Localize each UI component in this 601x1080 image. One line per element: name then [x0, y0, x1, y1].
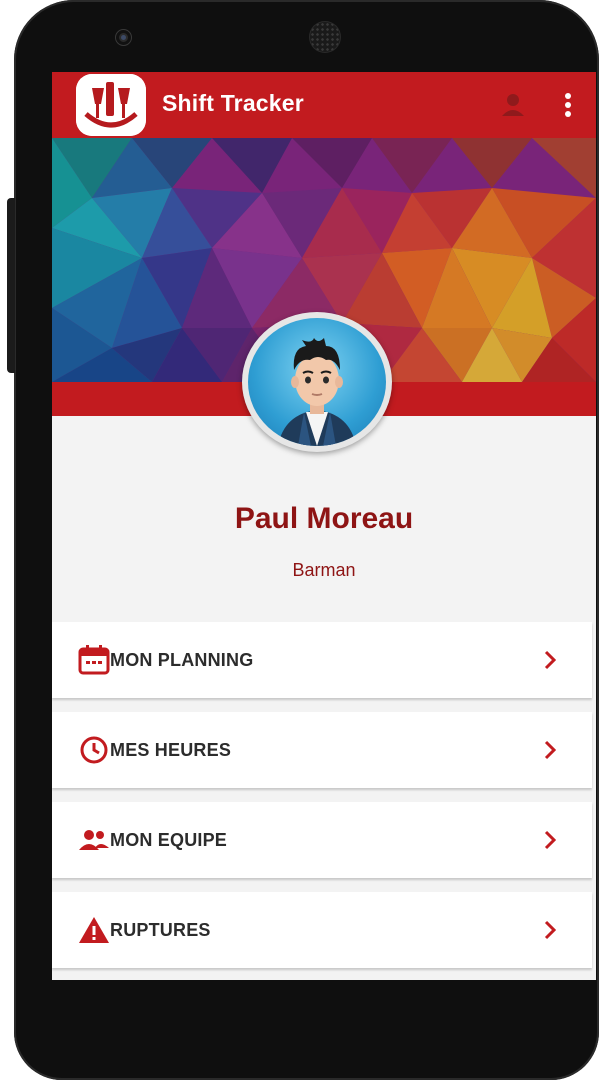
- app-logo-icon: [76, 74, 146, 136]
- speaker-grille: [310, 22, 340, 52]
- app-screen: Shift Tracker Paul Moreau Barman MON PLA…: [52, 72, 596, 980]
- menu-item-heures[interactable]: MES HEURES: [52, 712, 592, 788]
- avatar[interactable]: [242, 312, 392, 452]
- phone-device: Shift Tracker Paul Moreau Barman MON PLA…: [14, 0, 599, 1080]
- chevron-right-icon: [544, 650, 557, 670]
- account-icon[interactable]: [500, 92, 526, 118]
- profile-role: Barman: [292, 560, 356, 580]
- menu-item-planning[interactable]: MON PLANNING: [52, 622, 592, 698]
- phone-side-button: [7, 198, 15, 373]
- chevron-right-icon: [544, 830, 557, 850]
- warning-icon: [78, 914, 110, 946]
- profile-name: Paul Moreau: [234, 502, 414, 535]
- more-vert-icon[interactable]: [564, 92, 572, 118]
- front-camera: [116, 30, 131, 45]
- menu-item-label: MES HEURES: [110, 740, 232, 760]
- chevron-right-icon: [544, 740, 557, 760]
- clock-icon: [78, 734, 110, 766]
- menu-item-ruptures[interactable]: RUPTURES: [52, 892, 592, 968]
- avatar-illustration: [248, 318, 386, 446]
- app-title: Shift Tracker: [162, 90, 304, 116]
- menu-item-equipe[interactable]: MON EQUIPE: [52, 802, 592, 878]
- menu-item-label: MON EQUIPE: [110, 830, 228, 850]
- app-bar: Shift Tracker: [52, 72, 596, 138]
- menu-item-label: RUPTURES: [110, 920, 211, 940]
- team-icon: [78, 824, 110, 856]
- main-menu: MON PLANNING MES HEURES MON EQUIPE RUPTU…: [52, 622, 596, 980]
- menu-item-label: MON PLANNING: [110, 650, 254, 670]
- chevron-right-icon: [544, 920, 557, 940]
- calendar-icon: [78, 644, 110, 676]
